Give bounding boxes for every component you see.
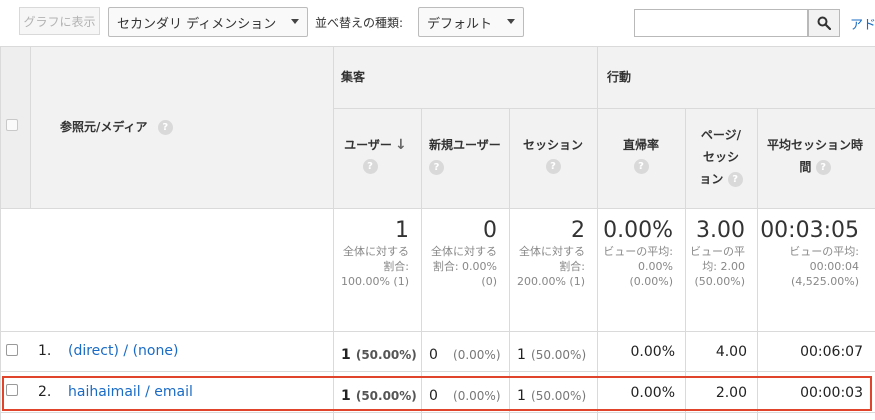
table-toolbar: グラフに表示 セカンダリ ディメンション 並べ替えの種類: デフォルト アド [0, 0, 875, 46]
row-users: 1 (50.00%) [341, 344, 417, 363]
column-users-label: ユーザー ↓ [333, 134, 421, 156]
grid-line [421, 108, 422, 420]
row-new-users-pct: (0.00%) [453, 348, 501, 362]
row-index: 1. [38, 343, 52, 359]
total-duration-sub: ビューの平均: 00:00:04 (4,525.00%) [789, 245, 859, 288]
total-users-value: 1 [395, 218, 409, 243]
column-duration-label: 平均セッション時間 ? [766, 138, 863, 175]
search-button[interactable] [808, 9, 840, 37]
total-pages-value: 3.00 [696, 218, 745, 243]
row-new-users: 0 (0.00%) [429, 344, 501, 363]
row-duration: 00:06:07 [800, 344, 863, 360]
sort-type-value: デフォルト [427, 16, 493, 32]
total-bounce-value: 0.00% [603, 218, 673, 243]
total-pages-sub: ビューの平均: 2.00 (50.00%) [690, 245, 745, 288]
chevron-down-icon [507, 19, 515, 24]
total-sessions-value: 2 [571, 218, 585, 243]
secondary-dimension-dropdown[interactable]: セカンダリ ディメンション [108, 7, 308, 37]
advanced-filter-link[interactable]: アド [850, 14, 875, 33]
group-behavior: 行動 [607, 70, 632, 84]
row-sessions-value: 1 [517, 347, 526, 363]
total-pages: 3.00 ビューの平均: 2.00 (50.00%) [685, 218, 757, 289]
column-new-users[interactable]: 新規ユーザー ? [421, 108, 509, 208]
select-all-checkbox[interactable] [6, 119, 18, 131]
sort-type-label: 並べ替えの種類: [315, 16, 404, 30]
row-new-users-value: 0 [429, 347, 438, 363]
column-avg-session-duration[interactable]: 平均セッション時間 ? [757, 108, 875, 208]
total-new-users-sub: 全体に対する割合: 0.00% (0) [431, 245, 497, 288]
sort-type-dropdown[interactable]: デフォルト [418, 7, 524, 37]
total-users-sub: 全体に対する割合: 100.00% (1) [340, 245, 409, 288]
grid-line [597, 46, 598, 420]
help-icon[interactable]: ? [633, 159, 649, 174]
grid-line [0, 46, 875, 47]
column-users[interactable]: ユーザー ↓ ? [333, 108, 421, 208]
search-input[interactable] [634, 9, 808, 37]
total-new-users: 0 全体に対する割合: 0.00% (0) [421, 218, 509, 289]
row-highlight-box [2, 376, 872, 411]
grid-line [0, 371, 875, 372]
total-sessions: 2 全体に対する割合: 200.00% (1) [509, 218, 597, 289]
column-bounce-rate[interactable]: 直帰率 ? [597, 108, 685, 208]
help-icon[interactable]: ? [362, 159, 378, 174]
column-bounce-label: 直帰率 [622, 138, 659, 152]
help-icon[interactable]: ? [429, 160, 444, 175]
column-pages-per-session[interactable]: ページ/セッション ? [685, 108, 757, 208]
total-duration-value: 00:03:05 [760, 218, 859, 243]
total-bounce: 0.00% ビューの平均: 0.00% (0.00%) [597, 218, 685, 289]
grid-line [685, 108, 686, 420]
column-pages-label: ページ/セッション ? [699, 128, 743, 187]
row-sessions-pct: (50.00%) [531, 348, 587, 362]
column-sessions-label: セッション [522, 138, 583, 152]
group-acquisition: 集客 [341, 70, 366, 84]
grid-line [0, 46, 1, 420]
dimension-header-label: 参照元/メディア [60, 120, 148, 134]
column-sessions[interactable]: セッション ? [509, 108, 597, 208]
show-chart-button[interactable]: グラフに表示 [19, 7, 100, 35]
total-bounce-sub: ビューの平均: 0.00% (0.00%) [603, 245, 673, 288]
help-icon-users[interactable]: ? [333, 156, 421, 175]
help-icon[interactable]: ? [727, 172, 743, 187]
grid-line [757, 108, 758, 420]
total-new-users-value: 0 [483, 218, 497, 243]
total-users: 1 全体に対する割合: 100.00% (1) [333, 218, 421, 289]
secondary-dimension-label: セカンダリ ディメンション [117, 16, 277, 32]
dimension-header[interactable]: 参照元/メディア ? [60, 118, 173, 135]
help-icon[interactable]: ? [815, 160, 831, 175]
data-table: 参照元/メディア ? 集客 行動 ユーザー ↓ ? 新規ユーザー ? セッション … [0, 46, 875, 420]
row-pages: 4.00 [715, 344, 747, 360]
total-sessions-sub: 全体に対する割合: 200.00% (1) [516, 245, 585, 288]
row-source-link[interactable]: (direct) / (none) [68, 343, 178, 359]
help-icon[interactable]: ? [157, 120, 173, 135]
grid-line [0, 208, 875, 209]
sort-desc-icon: ↓ [395, 137, 407, 153]
grid-line [0, 331, 875, 332]
total-duration: 00:03:05 ビューの平均: 00:00:04 (4,525.00%) [757, 218, 875, 289]
grid-line [333, 46, 334, 420]
chevron-down-icon [291, 19, 299, 24]
row-checkbox[interactable] [6, 344, 18, 356]
row-users-pct: (50.00%) [355, 348, 417, 362]
row-users-value: 1 [341, 347, 351, 363]
grid-line [30, 46, 31, 208]
column-new-users-label: 新規ユーザー ? [429, 138, 501, 175]
grid-line [0, 412, 875, 413]
help-icon[interactable]: ? [545, 159, 561, 174]
grid-line [333, 108, 875, 109]
row-sessions: 1 (50.00%) [517, 344, 586, 363]
row-bounce: 0.00% [630, 344, 675, 360]
search-icon [817, 16, 831, 30]
analytics-report: グラフに表示 セカンダリ ディメンション 並べ替えの種類: デフォルト アド 参… [0, 0, 875, 420]
grid-line [509, 108, 510, 420]
